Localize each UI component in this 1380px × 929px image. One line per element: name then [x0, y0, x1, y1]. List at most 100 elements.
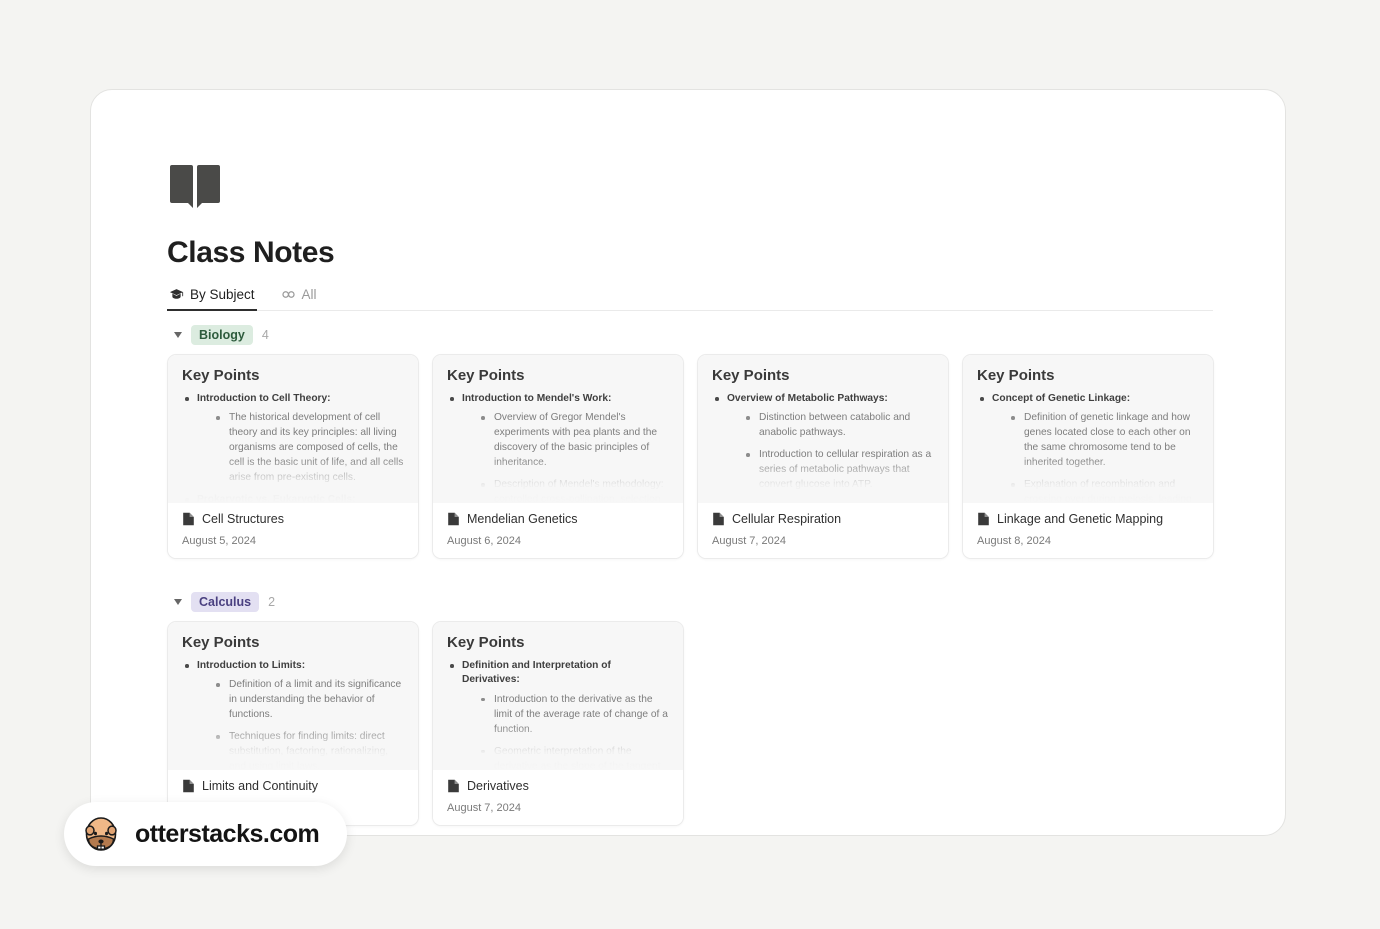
tab-all[interactable]: All [279, 284, 319, 311]
card-footer: Linkage and Genetic Mapping August 8, 20… [963, 503, 1213, 558]
key-point-text: Overview of Metabolic Pathways: [727, 393, 888, 404]
key-point-text: Introduction to Limits: [197, 660, 306, 671]
card-footer: Derivatives August 7, 2024 [433, 770, 683, 825]
note-card[interactable]: Key Points Introduction to Mendel's Work… [432, 354, 684, 559]
key-point-subtext: Geometric interpretation of the derivati… [494, 745, 661, 770]
group-count-calculus: 2 [268, 595, 276, 609]
key-point-subitem: Description of Mendel's methodology: con… [478, 478, 669, 503]
key-point-subtext: Explanation of recombination and crossin… [1024, 479, 1192, 503]
document-icon [978, 512, 989, 526]
note-date: August 8, 2024 [977, 535, 1052, 547]
note-card[interactable]: Key Points Introduction to Cell Theory: … [167, 354, 419, 559]
tab-bar: By Subject All [167, 284, 1213, 311]
collapse-caret-icon[interactable] [174, 599, 182, 605]
card-footer: Mendelian Genetics August 6, 2024 [433, 503, 683, 558]
key-point-subtext: Distinction between catabolic and anabol… [759, 412, 911, 439]
key-point-text: Glycolysis: [727, 500, 934, 503]
card-footer: Cellular Respiration August 7, 2024 [698, 503, 948, 558]
key-point-subitem: Introduction to the derivative as the li… [478, 693, 669, 738]
note-title: Linkage and Genetic Mapping [997, 512, 1164, 526]
document-icon [448, 779, 459, 793]
group-chip-biology: Biology [191, 325, 253, 345]
card-heading: Key Points [182, 367, 260, 384]
key-point-item: Introduction to Mendel's Work: Overview … [447, 392, 669, 503]
note-date: August 7, 2024 [712, 535, 787, 547]
key-point-subtext: Definition of a limit and its significan… [229, 679, 402, 721]
key-point-subtext: Introduction to the derivative as the li… [494, 693, 668, 735]
key-point-subitem: Definition of a limit and its significan… [213, 678, 404, 723]
infinity-icon [281, 291, 295, 298]
card-body: Key Points Definition and Interpretation… [433, 622, 683, 770]
card-heading: Key Points [447, 634, 525, 651]
key-point-text: Prokaryotic vs. Eukaryotic Cells: [197, 494, 356, 503]
document-icon [448, 512, 459, 526]
key-point-subtext: Introduction to cellular respiration as … [759, 449, 932, 491]
key-point-subtext: Definition of genetic linkage and how ge… [1024, 412, 1191, 469]
key-point-item: Concept of Genetic Linkage: Definition o… [977, 392, 1199, 503]
group-chip-calculus: Calculus [191, 592, 260, 612]
open-book-icon [170, 165, 220, 208]
key-point-text: Introduction to Mendel's Work: [462, 393, 612, 404]
group-header-biology[interactable]: Biology 4 [174, 325, 1285, 345]
card-body: Key Points Introduction to Limits: Defin… [168, 622, 418, 770]
tab-by-subject-label: By Subject [190, 287, 255, 302]
key-point-item: Introduction to Limits: Definition of a … [182, 659, 404, 770]
group-header-calculus[interactable]: Calculus 2 [174, 592, 1285, 612]
key-point-subitem: Explanation of recombination and crossin… [1008, 478, 1199, 503]
note-title: Mendelian Genetics [467, 512, 578, 526]
tab-by-subject[interactable]: By Subject [167, 284, 257, 311]
note-date: August 6, 2024 [447, 535, 522, 547]
watermark-text: otterstacks.com [135, 819, 320, 848]
watermark-badge: otterstacks.com [64, 802, 348, 866]
note-card[interactable]: Key Points Introduction to Limits: Defin… [167, 621, 419, 826]
document-icon [183, 779, 194, 793]
page-title: Class Notes [167, 236, 335, 269]
key-point-subitem: Geometric interpretation of the derivati… [478, 745, 669, 770]
note-title: Cell Structures [202, 512, 284, 526]
key-point-subtext: Techniques for finding limits: direct su… [229, 731, 389, 770]
key-point-item: Overview of Metabolic Pathways: Distinct… [712, 392, 934, 493]
group-count-biology: 4 [261, 328, 269, 342]
key-point-subtext: Description of Mendel's methodology: con… [494, 479, 664, 503]
note-card[interactable]: Key Points Overview of Metabolic Pathway… [697, 354, 949, 559]
note-title: Cellular Respiration [732, 512, 842, 526]
note-date: August 7, 2024 [447, 802, 522, 814]
card-body: Key Points Concept of Genetic Linkage: D… [963, 355, 1213, 503]
card-body: Key Points Introduction to Cell Theory: … [168, 355, 418, 503]
document-icon [183, 512, 194, 526]
note-title: Derivatives [467, 779, 529, 793]
card-body: Key Points Overview of Metabolic Pathway… [698, 355, 948, 503]
card-body: Key Points Introduction to Mendel's Work… [433, 355, 683, 503]
graduation-cap-icon [169, 289, 184, 299]
key-point-subtext: Overview of Gregor Mendel's experiments … [494, 412, 658, 469]
key-point-subtext: The historical development of cell theor… [229, 412, 404, 484]
key-point-subitem: The historical development of cell theor… [213, 411, 404, 486]
note-card[interactable]: Key Points Concept of Genetic Linkage: D… [962, 354, 1214, 559]
key-point-subitem: Overview of Gregor Mendel's experiments … [478, 411, 669, 471]
card-grid-calculus: Key Points Introduction to Limits: Defin… [167, 621, 1285, 826]
note-date: August 5, 2024 [182, 535, 257, 547]
card-footer: Cell Structures August 5, 2024 [168, 503, 418, 558]
collapse-caret-icon[interactable] [174, 332, 182, 338]
key-point-item: Definition and Interpretation of Derivat… [447, 659, 669, 770]
card-heading: Key Points [182, 634, 260, 651]
otter-mascot-icon [85, 817, 117, 851]
tab-all-label: All [301, 287, 317, 302]
key-point-subitem: Techniques for finding limits: direct su… [213, 730, 404, 770]
card-heading: Key Points [712, 367, 790, 384]
key-point-item: Introduction to Cell Theory: The histori… [182, 392, 404, 486]
key-point-text: Concept of Genetic Linkage: [992, 393, 1131, 404]
notes-panel: Class Notes By Subject All Biology 4 Key… [90, 89, 1286, 836]
note-title: Limits and Continuity [202, 779, 319, 793]
key-point-text: Definition and Interpretation of Derivat… [462, 660, 611, 686]
key-point-subitem: Distinction between catabolic and anabol… [743, 411, 934, 441]
key-point-text: Introduction to Cell Theory: [197, 393, 331, 404]
note-card[interactable]: Key Points Definition and Interpretation… [432, 621, 684, 826]
key-point-item: Glycolysis: [712, 500, 934, 503]
card-heading: Key Points [977, 367, 1055, 384]
document-icon [713, 512, 724, 526]
card-grid-biology: Key Points Introduction to Cell Theory: … [167, 354, 1285, 559]
card-heading: Key Points [447, 367, 525, 384]
key-point-subitem: Definition of genetic linkage and how ge… [1008, 411, 1199, 471]
key-point-subitem: Introduction to cellular respiration as … [743, 448, 934, 493]
